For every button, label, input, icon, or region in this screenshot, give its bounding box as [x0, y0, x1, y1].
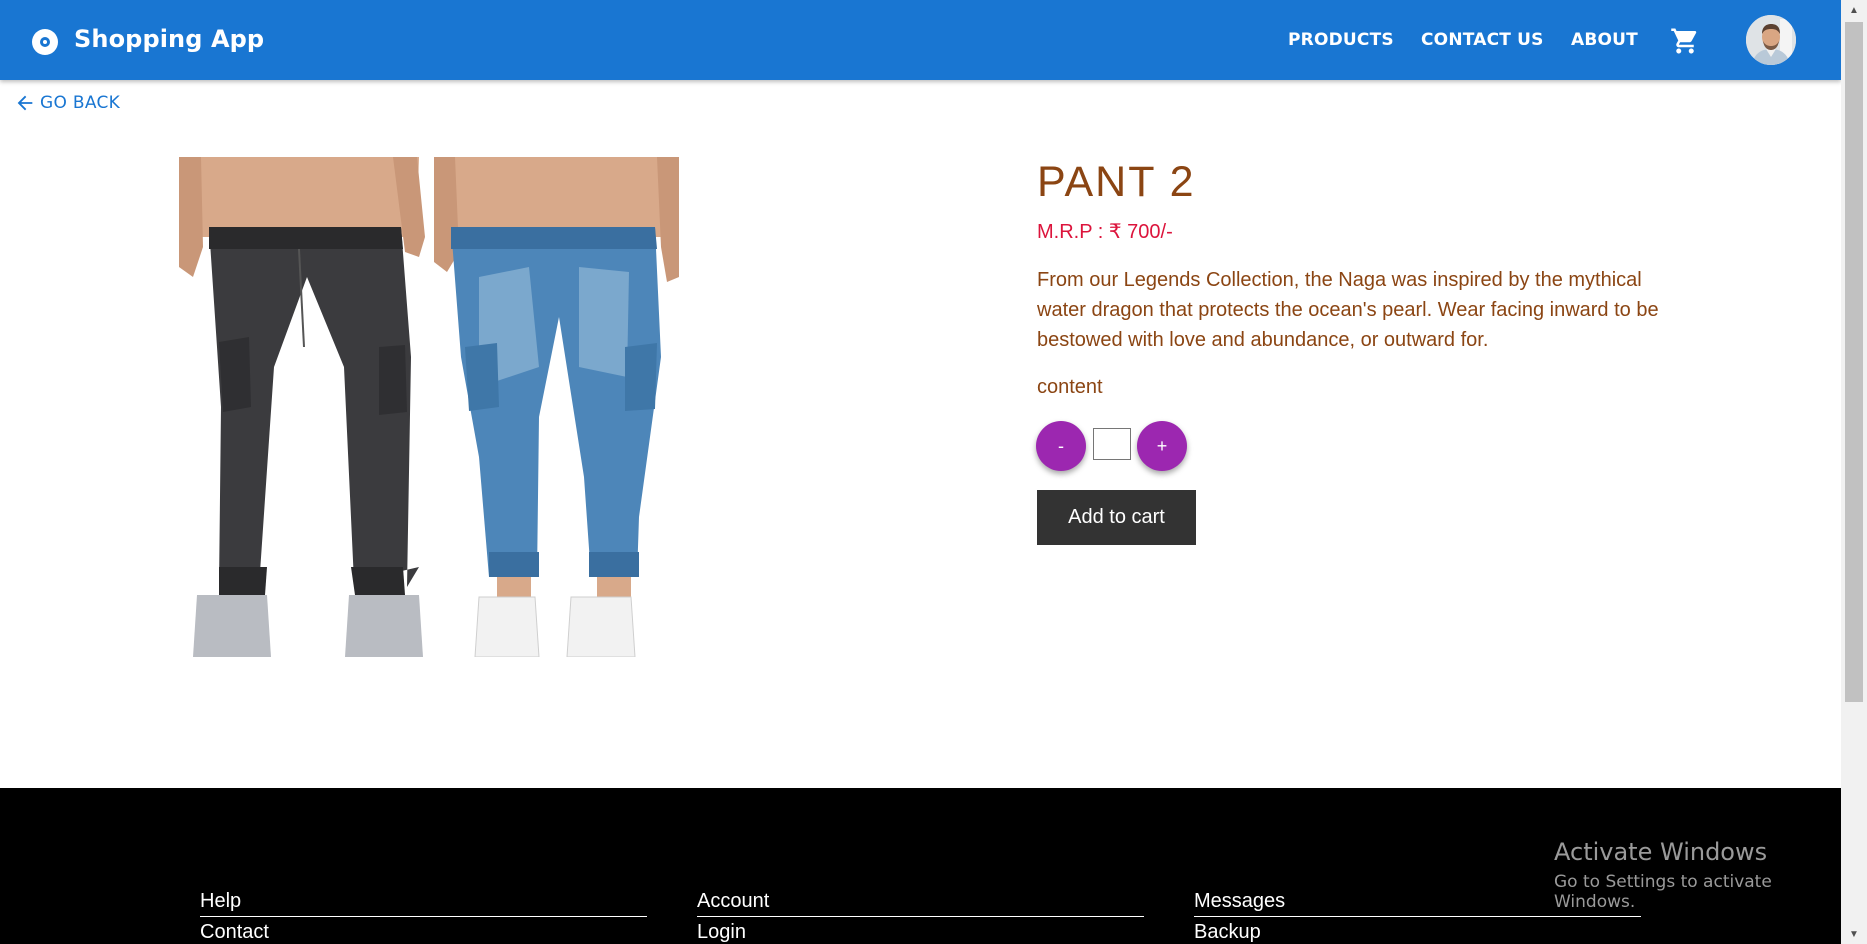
- footer-link[interactable]: Contact: [200, 921, 647, 944]
- go-back-label: GO BACK: [40, 93, 121, 113]
- product-content-label: content: [1037, 376, 1103, 398]
- footer-link[interactable]: Login: [697, 921, 1144, 944]
- quantity-input[interactable]: [1093, 428, 1131, 460]
- footer-heading[interactable]: Help: [200, 890, 647, 917]
- watermark-subtitle: Go to Settings to activate Windows.: [1554, 872, 1772, 912]
- watermark-title: Activate Windows: [1554, 838, 1768, 866]
- activate-windows-watermark: Activate Windows Go to Settings to activ…: [1554, 838, 1841, 912]
- scroll-thumb[interactable]: [1845, 22, 1863, 702]
- go-back-button[interactable]: GO BACK: [14, 92, 120, 114]
- product-description: From our Legends Collection, the Naga wa…: [1037, 269, 1659, 351]
- footer: Help Contact Account Login Messages Back…: [0, 788, 1841, 944]
- nav-about[interactable]: ABOUT: [1571, 30, 1638, 50]
- decrease-quantity-button[interactable]: -: [1036, 421, 1086, 471]
- add-to-cart-button[interactable]: Add to cart: [1037, 490, 1196, 545]
- nav-contact-us[interactable]: CONTACT US: [1421, 30, 1544, 50]
- footer-column-account: Account Login: [697, 890, 1144, 944]
- nav-products[interactable]: PRODUCTS: [1288, 30, 1394, 50]
- app-bar: Shopping App PRODUCTS CONTACT US ABOUT: [0, 0, 1841, 80]
- viewport: Shopping App PRODUCTS CONTACT US ABOUT G…: [0, 0, 1841, 944]
- vertical-scrollbar[interactable]: ▲ ▼: [1841, 0, 1867, 944]
- app-title[interactable]: Shopping App: [74, 25, 264, 53]
- increase-quantity-button[interactable]: +: [1137, 421, 1187, 471]
- product-title: PANT 2: [1037, 158, 1196, 206]
- scroll-up-arrow-icon[interactable]: ▲: [1841, 0, 1867, 20]
- footer-link[interactable]: Backup: [1194, 921, 1641, 944]
- product-image: [179, 157, 679, 657]
- scroll-down-arrow-icon[interactable]: ▼: [1841, 924, 1867, 944]
- avatar[interactable]: [1746, 15, 1796, 65]
- cart-icon[interactable]: [1670, 26, 1700, 56]
- brand-icon[interactable]: [32, 29, 58, 55]
- footer-heading[interactable]: Account: [697, 890, 1144, 917]
- product-price: M.R.P : ₹ 700/-: [1037, 221, 1173, 243]
- arrow-back-icon: [17, 95, 33, 111]
- footer-column-help: Help Contact: [200, 890, 647, 944]
